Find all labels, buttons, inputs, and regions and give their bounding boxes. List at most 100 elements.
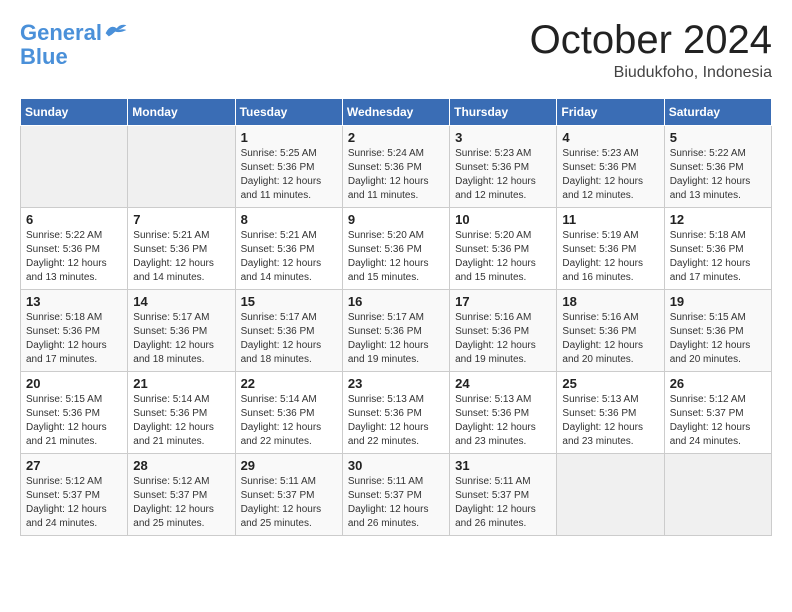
day-number: 1 xyxy=(241,130,337,145)
calendar-cell: 25 Sunrise: 5:13 AM Sunset: 5:36 PM Dayli… xyxy=(557,372,664,454)
day-number: 26 xyxy=(670,376,766,391)
day-number: 9 xyxy=(348,212,444,227)
day-number: 22 xyxy=(241,376,337,391)
calendar-header: SundayMondayTuesdayWednesdayThursdayFrid… xyxy=(21,99,772,126)
day-number: 25 xyxy=(562,376,658,391)
weekday-header-monday: Monday xyxy=(128,99,235,126)
day-number: 19 xyxy=(670,294,766,309)
day-detail: Sunrise: 5:20 AM Sunset: 5:36 PM Dayligh… xyxy=(348,229,444,285)
calendar-week-3: 13Sunrise: 5:18 AM Sunset: 5:36 PM Dayli… xyxy=(21,290,772,372)
weekday-header-sunday: Sunday xyxy=(21,99,128,126)
day-number: 20 xyxy=(26,376,122,391)
day-detail: Sunrise: 5:17 AM Sunset: 5:36 PM Dayligh… xyxy=(133,311,229,367)
day-number: 6 xyxy=(26,212,122,227)
day-detail: Sunrise: 5:12 AM Sunset: 5:37 PM Dayligh… xyxy=(133,475,229,531)
weekday-header-wednesday: Wednesday xyxy=(342,99,449,126)
day-number: 31 xyxy=(455,458,551,473)
day-detail: Sunrise: 5:19 AM Sunset: 5:36 PM Dayligh… xyxy=(562,229,658,285)
day-number: 29 xyxy=(241,458,337,473)
day-number: 10 xyxy=(455,212,551,227)
day-detail: Sunrise: 5:17 AM Sunset: 5:36 PM Dayligh… xyxy=(348,311,444,367)
weekday-header-tuesday: Tuesday xyxy=(235,99,342,126)
calendar-cell: 29Sunrise: 5:11 AM Sunset: 5:37 PM Dayli… xyxy=(235,454,342,536)
calendar-cell: 5Sunrise: 5:22 AM Sunset: 5:36 PM Daylig… xyxy=(664,126,771,208)
calendar-cell: 7 Sunrise: 5:21 AM Sunset: 5:36 PM Daylig… xyxy=(128,208,235,290)
calendar-cell: 20 Sunrise: 5:15 AM Sunset: 5:36 PM Dayli… xyxy=(21,372,128,454)
calendar-cell xyxy=(128,126,235,208)
day-detail: Sunrise: 5:15 AM Sunset: 5:36 PM Dayligh… xyxy=(26,393,122,449)
day-detail: Sunrise: 5:11 AM Sunset: 5:37 PM Dayligh… xyxy=(348,475,444,531)
calendar-cell: 21 Sunrise: 5:14 AM Sunset: 5:36 PM Dayli… xyxy=(128,372,235,454)
day-detail: Sunrise: 5:14 AM Sunset: 5:36 PM Dayligh… xyxy=(133,393,229,449)
day-number: 18 xyxy=(562,294,658,309)
calendar-cell: 12 Sunrise: 5:18 AM Sunset: 5:36 PM Dayli… xyxy=(664,208,771,290)
calendar-cell: 28 Sunrise: 5:12 AM Sunset: 5:37 PM Dayli… xyxy=(128,454,235,536)
day-number: 3 xyxy=(455,130,551,145)
logo-line1: General xyxy=(20,20,102,45)
day-detail: Sunrise: 5:23 AM Sunset: 5:36 PM Dayligh… xyxy=(562,147,658,203)
calendar-week-4: 20 Sunrise: 5:15 AM Sunset: 5:36 PM Dayli… xyxy=(21,372,772,454)
calendar-cell: 9 Sunrise: 5:20 AM Sunset: 5:36 PM Daylig… xyxy=(342,208,449,290)
calendar-cell: 31 Sunrise: 5:11 AM Sunset: 5:37 PM Dayli… xyxy=(450,454,557,536)
calendar-body: 1 Sunrise: 5:25 AM Sunset: 5:36 PM Daylig… xyxy=(21,126,772,536)
day-detail: Sunrise: 5:21 AM Sunset: 5:36 PM Dayligh… xyxy=(241,229,337,285)
bird-icon xyxy=(104,20,128,40)
day-detail: Sunrise: 5:12 AM Sunset: 5:37 PM Dayligh… xyxy=(670,393,766,449)
day-detail: Sunrise: 5:14 AM Sunset: 5:36 PM Dayligh… xyxy=(241,393,337,449)
day-detail: Sunrise: 5:18 AM Sunset: 5:36 PM Dayligh… xyxy=(26,311,122,367)
location: Biudukfoho, Indonesia xyxy=(530,64,772,82)
day-number: 2 xyxy=(348,130,444,145)
day-detail: Sunrise: 5:11 AM Sunset: 5:37 PM Dayligh… xyxy=(455,475,551,531)
logo-text: General xyxy=(20,20,128,45)
calendar-cell: 1 Sunrise: 5:25 AM Sunset: 5:36 PM Daylig… xyxy=(235,126,342,208)
day-detail: Sunrise: 5:18 AM Sunset: 5:36 PM Dayligh… xyxy=(670,229,766,285)
day-number: 30 xyxy=(348,458,444,473)
day-number: 16 xyxy=(348,294,444,309)
calendar-cell: 14 Sunrise: 5:17 AM Sunset: 5:36 PM Dayli… xyxy=(128,290,235,372)
day-detail: Sunrise: 5:24 AM Sunset: 5:36 PM Dayligh… xyxy=(348,147,444,203)
day-detail: Sunrise: 5:12 AM Sunset: 5:37 PM Dayligh… xyxy=(26,475,122,531)
day-number: 28 xyxy=(133,458,229,473)
weekday-header-row: SundayMondayTuesdayWednesdayThursdayFrid… xyxy=(21,99,772,126)
day-number: 12 xyxy=(670,212,766,227)
calendar-cell: 15 Sunrise: 5:17 AM Sunset: 5:36 PM Dayli… xyxy=(235,290,342,372)
day-number: 7 xyxy=(133,212,229,227)
day-number: 14 xyxy=(133,294,229,309)
day-number: 21 xyxy=(133,376,229,391)
day-number: 15 xyxy=(241,294,337,309)
day-detail: Sunrise: 5:13 AM Sunset: 5:36 PM Dayligh… xyxy=(562,393,658,449)
calendar-cell: 30 Sunrise: 5:11 AM Sunset: 5:37 PM Dayli… xyxy=(342,454,449,536)
logo: General Blue xyxy=(20,20,128,69)
day-detail: Sunrise: 5:17 AM Sunset: 5:36 PM Dayligh… xyxy=(241,311,337,367)
calendar-cell: 18 Sunrise: 5:16 AM Sunset: 5:36 PM Dayli… xyxy=(557,290,664,372)
calendar-cell xyxy=(557,454,664,536)
calendar-cell: 8Sunrise: 5:21 AM Sunset: 5:36 PM Daylig… xyxy=(235,208,342,290)
calendar-cell: 10 Sunrise: 5:20 AM Sunset: 5:36 PM Dayli… xyxy=(450,208,557,290)
day-detail: Sunrise: 5:23 AM Sunset: 5:36 PM Dayligh… xyxy=(455,147,551,203)
day-number: 23 xyxy=(348,376,444,391)
day-number: 24 xyxy=(455,376,551,391)
calendar-week-1: 1 Sunrise: 5:25 AM Sunset: 5:36 PM Daylig… xyxy=(21,126,772,208)
weekday-header-thursday: Thursday xyxy=(450,99,557,126)
calendar-cell: 17Sunrise: 5:16 AM Sunset: 5:36 PM Dayli… xyxy=(450,290,557,372)
calendar-cell: 16 Sunrise: 5:17 AM Sunset: 5:36 PM Dayli… xyxy=(342,290,449,372)
calendar-table: SundayMondayTuesdayWednesdayThursdayFrid… xyxy=(20,98,772,536)
day-number: 11 xyxy=(562,212,658,227)
day-detail: Sunrise: 5:21 AM Sunset: 5:36 PM Dayligh… xyxy=(133,229,229,285)
day-detail: Sunrise: 5:15 AM Sunset: 5:36 PM Dayligh… xyxy=(670,311,766,367)
day-detail: Sunrise: 5:16 AM Sunset: 5:36 PM Dayligh… xyxy=(562,311,658,367)
weekday-header-saturday: Saturday xyxy=(664,99,771,126)
day-number: 4 xyxy=(562,130,658,145)
calendar-cell: 6Sunrise: 5:22 AM Sunset: 5:36 PM Daylig… xyxy=(21,208,128,290)
calendar-cell: 24Sunrise: 5:13 AM Sunset: 5:36 PM Dayli… xyxy=(450,372,557,454)
day-detail: Sunrise: 5:20 AM Sunset: 5:36 PM Dayligh… xyxy=(455,229,551,285)
calendar-cell: 3 Sunrise: 5:23 AM Sunset: 5:36 PM Daylig… xyxy=(450,126,557,208)
day-detail: Sunrise: 5:25 AM Sunset: 5:36 PM Dayligh… xyxy=(241,147,337,203)
calendar-cell: 26 Sunrise: 5:12 AM Sunset: 5:37 PM Dayli… xyxy=(664,372,771,454)
calendar-week-2: 6Sunrise: 5:22 AM Sunset: 5:36 PM Daylig… xyxy=(21,208,772,290)
calendar-cell: 11 Sunrise: 5:19 AM Sunset: 5:36 PM Dayli… xyxy=(557,208,664,290)
page-header: General Blue October 2024 Biudukfoho, In… xyxy=(20,20,772,82)
month-title: October 2024 xyxy=(530,20,772,60)
calendar-cell xyxy=(21,126,128,208)
calendar-cell: 23Sunrise: 5:13 AM Sunset: 5:36 PM Dayli… xyxy=(342,372,449,454)
